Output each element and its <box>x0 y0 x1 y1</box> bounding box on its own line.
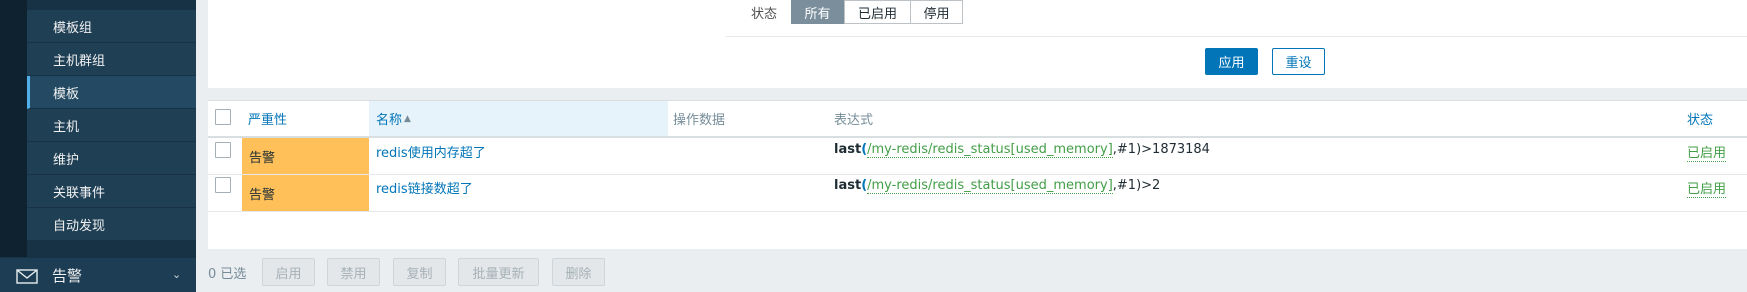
mass-update-button[interactable]: 批量更新 <box>458 258 539 286</box>
sidebar-item-label: 主机群组 <box>53 53 106 69</box>
severity-badge: 告警 <box>242 138 369 174</box>
expression-condition: ,#1)>2 <box>1112 178 1161 193</box>
status-filter-label: 状态 <box>751 7 778 22</box>
sorted-column-highlight <box>369 101 668 136</box>
sidebar-rail <box>0 0 27 257</box>
column-header-label: 操作数据 <box>673 113 726 128</box>
copy-button[interactable]: 复制 <box>393 258 446 286</box>
sidebar-item-label: 自动发现 <box>53 218 106 234</box>
sidebar-item-hosts[interactable]: 主机 <box>27 109 196 142</box>
row-checkbox[interactable] <box>215 142 231 158</box>
column-header-status[interactable]: 状态 <box>1687 101 1713 136</box>
status-filter-enabled[interactable]: 已启用 <box>844 0 911 24</box>
status-toggle-link[interactable]: 已启用 <box>1687 142 1727 162</box>
sidebar-item-label: 模板组 <box>53 20 93 36</box>
column-header-expression: 表达式 <box>834 101 873 136</box>
sidebar-item-templates[interactable]: 模板 <box>27 76 196 109</box>
expression-condition: ,#1)>1873184 <box>1112 142 1210 157</box>
delete-button[interactable]: 删除 <box>552 258 605 286</box>
row-checkbox[interactable] <box>215 177 231 193</box>
row-divider <box>208 174 1747 175</box>
sidebar-item-template-groups[interactable]: 模板组 <box>27 10 196 43</box>
sidebar-section-label: 告警 <box>52 267 83 285</box>
triggers-table: 严重性 名称 ▲ 操作数据 表达式 状态 告警 redis使用内存超了 last(… <box>208 100 1747 249</box>
column-header-label: 名称 <box>376 113 403 128</box>
trigger-expression: last(/my-redis/redis_status[used_memory]… <box>834 142 1210 158</box>
sidebar-item-label: 模板 <box>53 86 80 102</box>
sort-ascending-icon: ▲ <box>404 113 411 124</box>
column-header-name[interactable]: 名称 ▲ <box>376 101 411 136</box>
column-header-operational-data: 操作数据 <box>673 101 725 136</box>
trigger-expression: last(/my-redis/redis_status[used_memory]… <box>834 178 1161 194</box>
trigger-name-link[interactable]: redis链接数超了 <box>376 178 473 197</box>
table-header-divider <box>208 136 1747 138</box>
expression-function: last <box>834 142 862 157</box>
sidebar-item-maintenance[interactable]: 维护 <box>27 142 196 175</box>
chevron-down-icon: ⌄ <box>172 268 182 281</box>
sidebar-item-label: 维护 <box>53 152 80 168</box>
expression-item-link[interactable]: /my-redis/redis_status[used_memory] <box>867 142 1113 158</box>
sidebar-item-discovery[interactable]: 自动发现 <box>27 208 196 241</box>
status-filter-disabled[interactable]: 停用 <box>910 0 963 24</box>
status-toggle-link[interactable]: 已启用 <box>1687 178 1727 198</box>
sidebar-item-correlation[interactable]: 关联事件 <box>27 175 196 208</box>
select-all-checkbox[interactable] <box>215 109 231 125</box>
enable-button[interactable]: 启用 <box>262 258 315 286</box>
trigger-name-link[interactable]: redis使用内存超了 <box>376 142 486 161</box>
column-header-label: 表达式 <box>834 113 874 128</box>
disable-button[interactable]: 禁用 <box>327 258 380 286</box>
divider <box>726 36 1747 37</box>
column-header-severity[interactable]: 严重性 <box>248 101 287 136</box>
expression-function: last <box>834 178 862 193</box>
filter-panel: 状态 所有 已启用 停用 应用 重设 <box>208 0 1747 88</box>
reset-button[interactable]: 重设 <box>1272 48 1325 75</box>
sidebar-section-alerts[interactable]: 告警 ⌄ <box>0 258 196 292</box>
sidebar-item-label: 主机 <box>53 119 80 135</box>
column-header-label: 状态 <box>1687 113 1714 128</box>
severity-badge: 告警 <box>242 175 369 211</box>
sidebar-item-label: 关联事件 <box>53 185 106 201</box>
column-header-label: 严重性 <box>248 113 288 128</box>
apply-button[interactable]: 应用 <box>1205 48 1258 75</box>
sidebar-item-host-groups[interactable]: 主机群组 <box>27 43 196 76</box>
expression-item-link[interactable]: /my-redis/redis_status[used_memory] <box>867 178 1113 194</box>
status-filter-all[interactable]: 所有 <box>791 0 844 24</box>
sidebar: 模板组 主机群组 模板 主机 维护 关联事件 自动发现 告警 ⌄ <box>0 0 196 292</box>
row-divider <box>208 211 1747 212</box>
selected-count: 0 已选 <box>208 267 247 282</box>
mail-icon <box>16 269 38 288</box>
